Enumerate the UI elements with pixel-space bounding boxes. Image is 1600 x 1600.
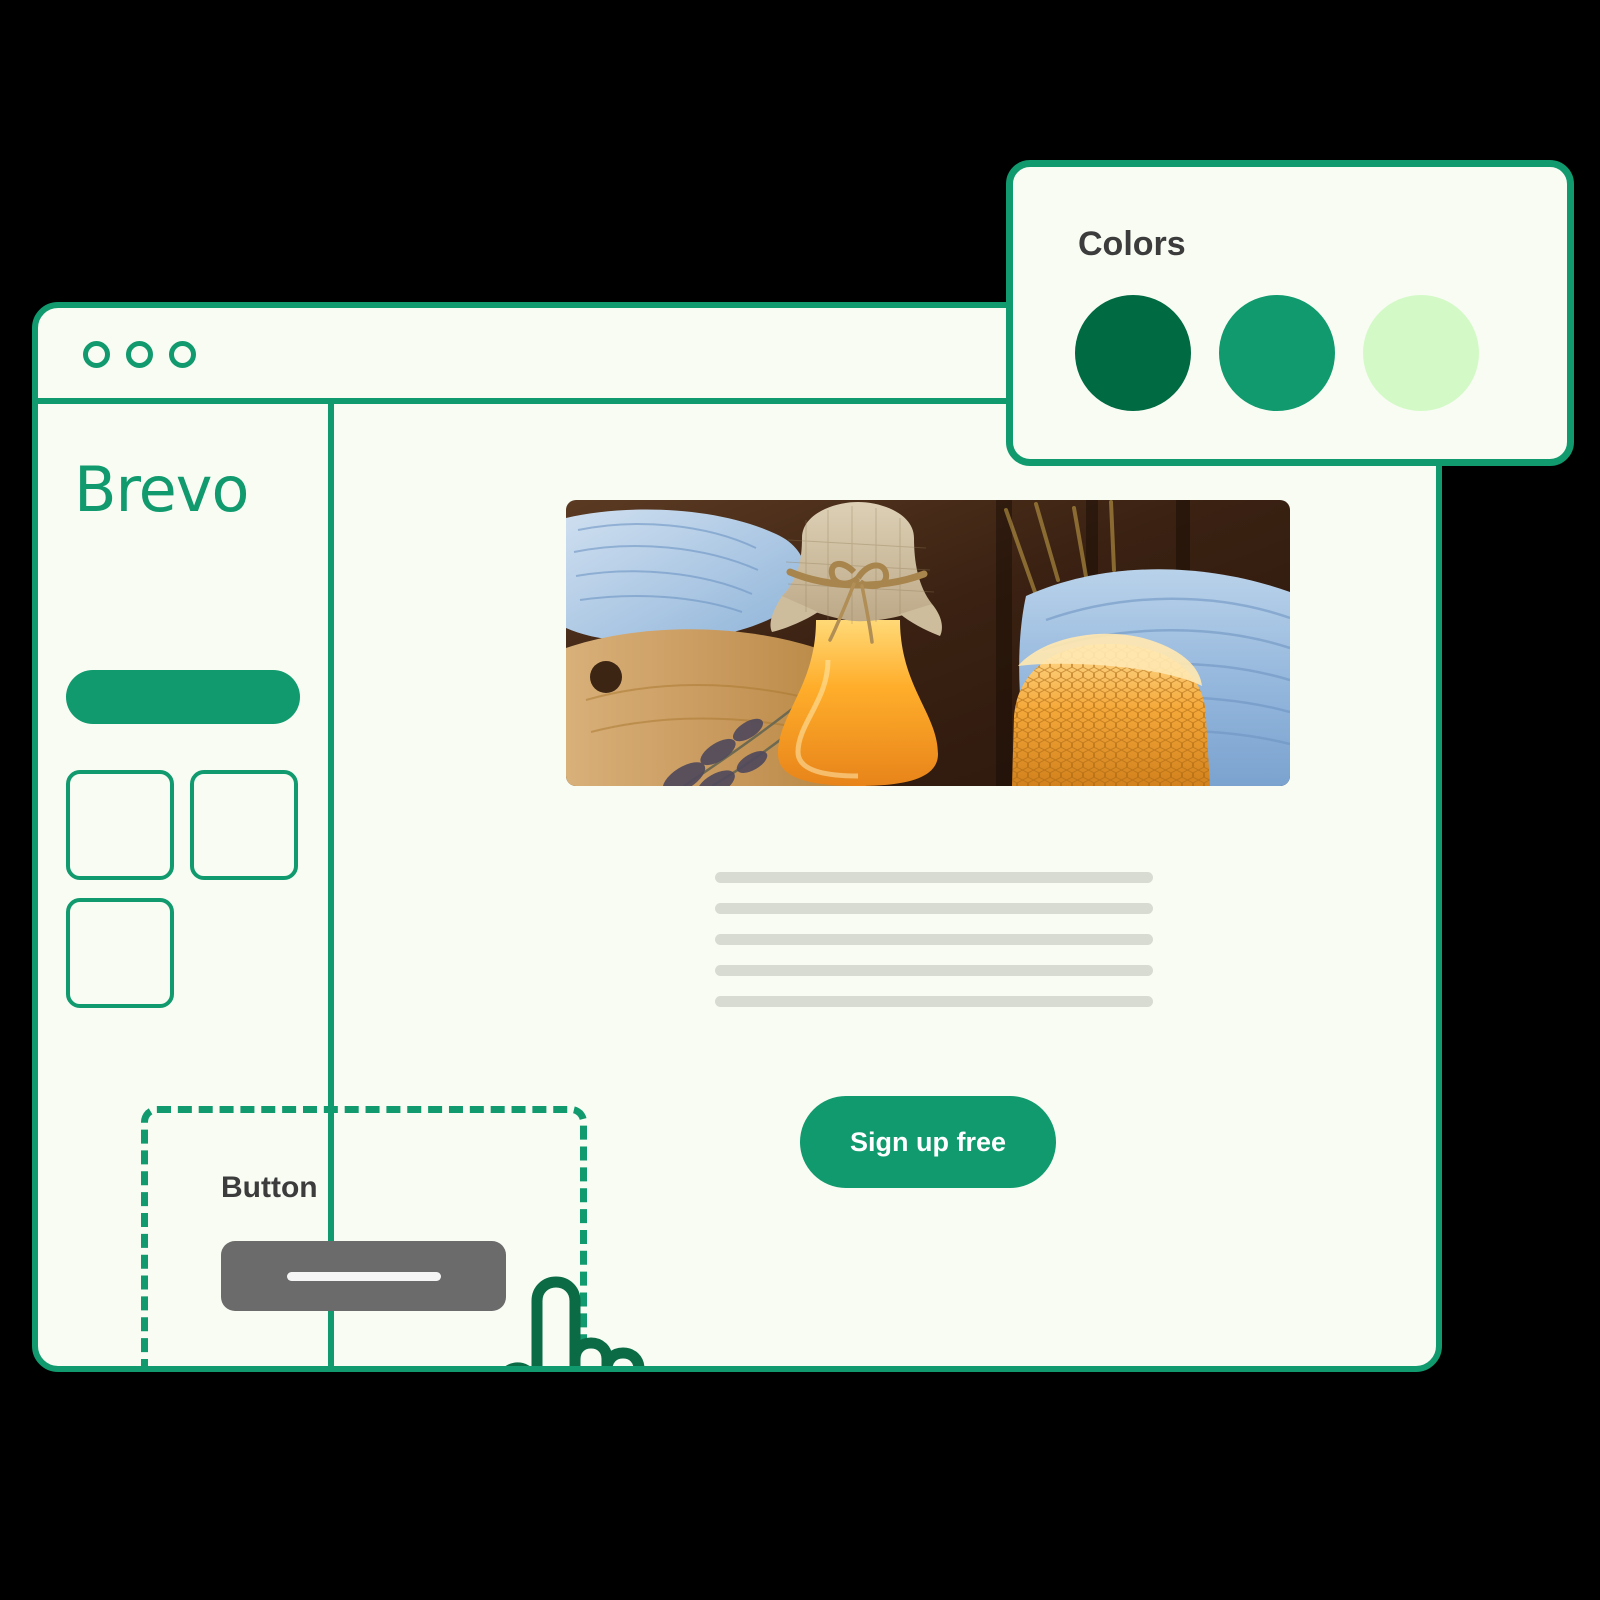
brevo-logo: Brevo xyxy=(74,453,249,526)
colors-panel: Colors xyxy=(1006,160,1574,466)
pointing-hand-cursor-icon xyxy=(490,1273,650,1366)
button-label-placeholder xyxy=(287,1272,441,1281)
text-line xyxy=(715,934,1153,945)
text-line xyxy=(715,996,1153,1007)
screenshot-stage: Brevo Sign up free Button Colors xyxy=(0,0,1600,1600)
maximize-dot-icon[interactable] xyxy=(169,341,196,368)
sidebar-square-block-2[interactable] xyxy=(190,770,298,880)
text-line xyxy=(715,903,1153,914)
sidebar-square-block-3[interactable] xyxy=(66,898,174,1008)
block-type-label: Button xyxy=(221,1171,318,1204)
close-dot-icon[interactable] xyxy=(83,341,110,368)
color-swatch-brand-light-green[interactable] xyxy=(1363,295,1479,411)
text-line xyxy=(715,872,1153,883)
minimize-dot-icon[interactable] xyxy=(126,341,153,368)
text-line xyxy=(715,965,1153,976)
body-text-placeholder xyxy=(715,872,1153,1007)
color-swatch-brand-green[interactable] xyxy=(1219,295,1335,411)
colors-panel-title: Colors xyxy=(1078,225,1186,263)
window-controls xyxy=(83,341,196,368)
sidebar-square-block-1[interactable] xyxy=(66,770,174,880)
sign-up-free-button[interactable]: Sign up free xyxy=(800,1096,1056,1188)
color-swatch-row xyxy=(1075,295,1479,411)
hero-image xyxy=(566,500,1290,786)
sidebar-pill-block[interactable] xyxy=(66,670,300,724)
block-preview-button[interactable] xyxy=(221,1241,506,1311)
color-swatch-brand-dark-green[interactable] xyxy=(1075,295,1191,411)
